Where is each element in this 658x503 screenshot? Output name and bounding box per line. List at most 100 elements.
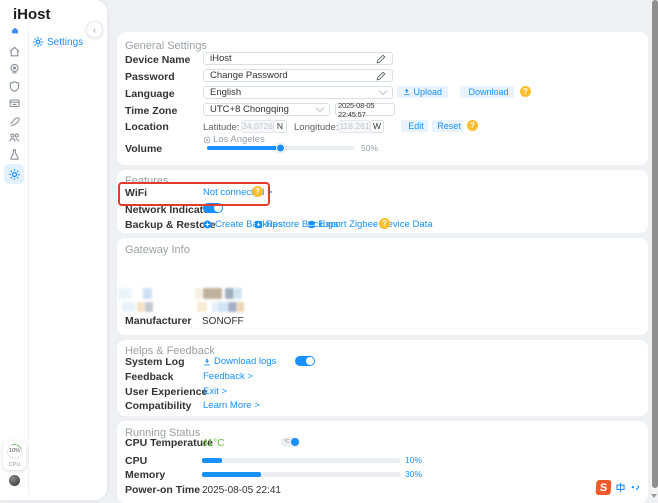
power-on-time-label: Power-on Time	[125, 484, 200, 496]
datetime-display: 2025-08-05 22:45:57	[335, 103, 395, 116]
backup-restore-label: Backup & Restore	[125, 219, 215, 231]
blurred-block	[195, 288, 202, 299]
location-label: Location	[125, 121, 169, 133]
latitude-unit[interactable]: N	[273, 120, 287, 133]
scrollbar-track[interactable]	[651, 0, 658, 500]
volume-slider[interactable]	[207, 146, 355, 150]
feedback-link[interactable]: Feedback >	[203, 371, 253, 382]
panel-icon[interactable]	[7, 96, 21, 110]
sidebar-divider	[28, 30, 29, 494]
mini-logo-icon	[11, 27, 19, 34]
datetime-value: 2025-08-05 22:45:57	[338, 101, 392, 119]
ime-punctuation-icon[interactable]	[630, 483, 640, 493]
device-name-value: iHost	[210, 53, 376, 64]
scrollbar-thumb[interactable]	[652, 0, 658, 488]
settings-rail-icon[interactable]	[4, 164, 24, 184]
system-log-toggle[interactable]	[295, 356, 315, 366]
blurred-block	[228, 302, 237, 312]
users-icon[interactable]	[7, 130, 21, 144]
system-log-label: System Log	[125, 356, 185, 368]
help-question-icon[interactable]: ?	[467, 120, 478, 131]
export-zigbee-link[interactable]: Export Zigbee Device Data	[307, 219, 433, 230]
blurred-block	[122, 302, 135, 312]
export-zigbee-label: Export Zigbee Device Data	[319, 219, 433, 230]
edit-label: Edit	[408, 121, 424, 131]
reset-label: Reset	[437, 121, 461, 131]
time-zone-value: UTC+8 Chongqing	[210, 104, 317, 115]
latitude-value: 34.0726	[242, 121, 273, 131]
upload-label: Upload	[413, 87, 442, 97]
edit-pencil-icon[interactable]	[376, 71, 386, 81]
dock-ball-icon[interactable]	[9, 475, 20, 486]
home-icon[interactable]	[7, 44, 21, 58]
cpu-temperature-label: CPU Temperature	[125, 437, 213, 449]
plus-circle-icon	[203, 220, 212, 229]
edit-location-button[interactable]: Edit	[401, 120, 428, 132]
city-row: Los Angeles	[203, 134, 265, 145]
city-value: Los Angeles	[213, 134, 265, 145]
longitude-value: 118.261	[339, 121, 369, 131]
blurred-block	[237, 302, 244, 312]
export-data-icon	[307, 220, 316, 229]
memory-progress-fill	[202, 472, 261, 477]
blurred-block	[145, 302, 153, 312]
volume-slider-knob[interactable]	[276, 144, 285, 153]
latitude-input[interactable]: 34.0726	[241, 120, 274, 133]
location-pin-icon	[203, 136, 211, 144]
language-select[interactable]: English	[203, 86, 393, 99]
blurred-block	[225, 288, 234, 299]
blurred-block	[218, 302, 228, 312]
security-icon[interactable]	[7, 79, 21, 93]
device-name-input[interactable]: iHost	[203, 52, 393, 65]
compatibility-label: Compatibility	[125, 400, 192, 412]
ime-sogou-icon[interactable]: S	[595, 480, 611, 495]
sidebar: iHost ‹ Settings 10% CPU	[0, 0, 107, 500]
reset-location-button[interactable]: Reset	[432, 120, 463, 132]
edit-pencil-icon[interactable]	[376, 54, 386, 64]
sidebar-item-label: Settings	[47, 37, 83, 48]
features-card: Features WiFi Not connected > ? Network …	[117, 170, 648, 233]
longitude-label: Longitude:	[294, 122, 338, 133]
lab-icon[interactable]	[7, 147, 21, 161]
longitude-input[interactable]: 118.261	[338, 120, 371, 133]
download-logs-label: Download logs	[214, 356, 276, 367]
ime-chinese-mode-icon[interactable]	[615, 482, 626, 493]
language-label: Language	[125, 88, 175, 100]
download-button[interactable]: Download	[460, 86, 514, 98]
longitude-unit[interactable]: W	[370, 120, 384, 133]
user-experience-link[interactable]: Exit >	[203, 386, 227, 397]
sidebar-item-settings[interactable]: Settings	[32, 36, 83, 48]
manufacturer-value: SONOFF	[202, 316, 244, 327]
temperature-unit-toggle[interactable]: °C	[281, 437, 300, 447]
settings-gear-icon	[32, 36, 44, 48]
download-logs-link[interactable]: Download logs	[203, 356, 276, 367]
feedback-label: Feedback	[125, 371, 173, 383]
blurred-block	[137, 302, 145, 312]
compatibility-link[interactable]: Learn More >	[203, 400, 260, 411]
general-settings-card: General Settings Device Name iHost Passw…	[117, 32, 648, 165]
device-icon[interactable]	[7, 61, 21, 75]
helps-feedback-card: Helps & Feedback System Log Download log…	[117, 340, 648, 416]
password-input[interactable]: Change Password	[203, 69, 393, 82]
memory-progress-bar	[202, 472, 400, 477]
latitude-label: Latitude:	[203, 122, 239, 133]
download-icon	[203, 358, 211, 366]
time-zone-label: Time Zone	[125, 105, 177, 117]
upload-button[interactable]: Upload	[397, 86, 448, 98]
time-zone-select[interactable]: UTC+8 Chongqing	[203, 103, 330, 116]
memory-percent: 30%	[405, 469, 422, 479]
app-title: iHost	[13, 6, 51, 23]
gateway-info-card: Gateway Info Manufacturer SONOFF	[117, 238, 648, 335]
cpu-gauge-card[interactable]: 10% CPU	[3, 441, 26, 470]
scrollbar-down-arrow[interactable]	[651, 494, 657, 498]
help-question-icon[interactable]: ?	[379, 218, 390, 229]
cpu-temperature-value: 41°C	[202, 438, 224, 449]
cpu-progress-fill	[202, 458, 222, 463]
section-header: Gateway Info	[125, 244, 190, 256]
cpu-label: CPU	[125, 455, 147, 467]
brush-icon[interactable]	[7, 114, 21, 128]
password-label: Password	[125, 71, 175, 83]
collapse-sidebar-button[interactable]: ‹	[86, 21, 103, 38]
help-question-icon[interactable]: ?	[520, 86, 531, 97]
volume-percent: 50%	[361, 143, 378, 153]
